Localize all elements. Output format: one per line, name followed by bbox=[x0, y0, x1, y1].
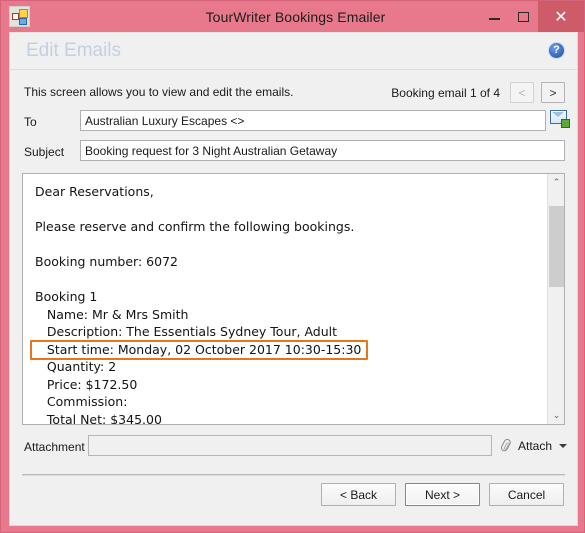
to-input[interactable]: Australian Luxury Escapes <> bbox=[80, 110, 546, 131]
message-line: Booking 1 bbox=[35, 289, 98, 304]
app-icon-yellow-square bbox=[19, 9, 28, 18]
to-label: To bbox=[24, 115, 37, 129]
maximize-button[interactable] bbox=[509, 1, 538, 32]
paperclip-icon bbox=[497, 437, 515, 455]
subject-input[interactable]: Booking request for 3 Night Australian G… bbox=[80, 140, 565, 161]
attachment-input[interactable] bbox=[88, 435, 492, 456]
message-line: Start time: Monday, 02 October 2017 10:3… bbox=[30, 339, 544, 360]
message-line: Description: The Essentials Sydney Tour,… bbox=[35, 324, 338, 339]
green-plus-icon bbox=[561, 119, 570, 128]
window-controls: ✕ bbox=[480, 1, 584, 32]
header-divider bbox=[10, 69, 577, 70]
cancel-button[interactable]: Cancel bbox=[489, 483, 564, 506]
message-line: Please reserve and confirm the following… bbox=[35, 219, 355, 234]
help-icon-glyph: ? bbox=[553, 44, 560, 56]
message-scrollbar[interactable]: ⌃ ⌄ bbox=[547, 174, 564, 424]
back-button[interactable]: < Back bbox=[321, 483, 396, 506]
attachment-label: Attachment bbox=[24, 440, 85, 454]
application-icon bbox=[9, 6, 30, 27]
message-line: Booking number: 6072 bbox=[35, 254, 178, 269]
help-icon[interactable]: ? bbox=[548, 42, 565, 59]
dialog-actions: < Back Next > Cancel bbox=[321, 483, 564, 506]
minimize-button[interactable] bbox=[480, 1, 509, 32]
message-line bbox=[35, 271, 544, 289]
minimize-icon bbox=[489, 18, 500, 20]
footer-divider bbox=[22, 474, 565, 476]
client-area: Edit Emails ? This screen allows you to … bbox=[9, 32, 578, 526]
next-button[interactable]: Next > bbox=[405, 483, 480, 506]
add-recipient-icon[interactable] bbox=[550, 110, 570, 128]
message-body-area[interactable]: Dear Reservations, Please reserve and con… bbox=[22, 173, 565, 425]
email-navigation: Booking email 1 of 4 < > bbox=[391, 82, 565, 103]
message-body-text: Dear Reservations, Please reserve and con… bbox=[30, 183, 544, 425]
app-icon-red-square bbox=[12, 13, 19, 20]
app-icon-blue-square bbox=[19, 18, 27, 25]
message-line: Quantity: 2 bbox=[35, 359, 117, 374]
page-title: Edit Emails bbox=[26, 40, 122, 61]
maximize-icon bbox=[518, 11, 529, 22]
close-button[interactable]: ✕ bbox=[538, 1, 584, 32]
scroll-up-icon[interactable]: ⌃ bbox=[548, 174, 564, 191]
chevron-down-icon bbox=[559, 444, 568, 448]
instruction-text: This screen allows you to view and edit … bbox=[24, 85, 294, 99]
message-line bbox=[35, 201, 544, 219]
attach-button[interactable]: Attach bbox=[497, 436, 568, 456]
message-line: Dear Reservations, bbox=[35, 184, 154, 199]
next-email-button[interactable]: > bbox=[541, 82, 565, 103]
scrollbar-thumb[interactable] bbox=[549, 206, 564, 288]
email-counter-label: Booking email 1 of 4 bbox=[391, 85, 500, 100]
message-line: Name: Mr & Mrs Smith bbox=[35, 306, 189, 322]
subject-label: Subject bbox=[24, 145, 65, 159]
highlighted-start-time: Start time: Monday, 02 October 2017 10:3… bbox=[30, 339, 369, 360]
title-bar[interactable]: TourWriter Bookings Emailer ✕ bbox=[1, 1, 584, 32]
instruction-row: This screen allows you to view and edit … bbox=[10, 82, 577, 106]
message-line: Total Net: $345.00 bbox=[35, 411, 162, 425]
scroll-down-icon[interactable]: ⌄ bbox=[548, 407, 564, 424]
close-icon: ✕ bbox=[554, 6, 568, 26]
message-line bbox=[35, 236, 544, 254]
application-window: TourWriter Bookings Emailer ✕ Edit Email… bbox=[0, 0, 585, 533]
to-field-row: To Australian Luxury Escapes <> bbox=[10, 110, 577, 136]
previous-email-button[interactable]: < bbox=[510, 82, 534, 103]
subject-field-row: Subject Booking request for 3 Night Aust… bbox=[10, 140, 577, 166]
attachment-row: Attachment Attach bbox=[10, 435, 577, 459]
page-header: Edit Emails ? bbox=[10, 33, 577, 70]
attach-button-label: Attach bbox=[518, 439, 553, 453]
message-line: Price: $172.50 bbox=[35, 376, 138, 392]
message-line: Commission: bbox=[35, 394, 128, 409]
